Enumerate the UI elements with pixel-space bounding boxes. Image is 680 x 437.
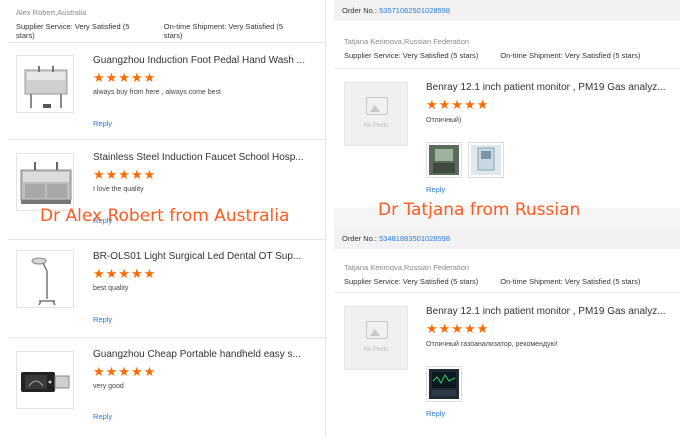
reviewer-name: Tatjana Kerimova,Russian Federation [344, 263, 470, 272]
review-comment: always buy from here , always come best [93, 89, 221, 96]
order-review-block: Order No.: 53481883501028598 Tatjana Ker… [334, 228, 680, 437]
reply-link[interactable]: Reply [426, 409, 445, 418]
supplier-service-value: Very Satisfied [74, 22, 121, 31]
supplier-service-value: Very Satisfied [402, 277, 449, 286]
star-rating: ★★★★★ [93, 364, 157, 379]
review-comment: Отличный) [426, 117, 462, 124]
supplier-service-label: Supplier Service: [344, 51, 401, 60]
reply-link[interactable]: Reply [93, 412, 112, 421]
supplier-service-value: Very Satisfied [402, 51, 449, 60]
reply-link[interactable]: Reply [93, 315, 112, 324]
shipment-stars: (5 stars) [612, 51, 641, 60]
reviewer-name: Alex Robert,Australia [16, 8, 87, 17]
shipment-label: On-time Shipment: [163, 22, 227, 31]
reviewer-ratings: Supplier Service: Very Satisfied (5 star… [344, 277, 670, 286]
order-number-link[interactable]: 53481883501028598 [379, 234, 450, 243]
attachment-photo-monitor[interactable] [426, 142, 462, 178]
review-comment: very good [93, 383, 124, 390]
reviewer-ratings: Supplier Service: Very Satisfied (5 star… [16, 22, 317, 40]
order-number-label: Order No.: [342, 6, 378, 15]
review-body: Guangzhou Cheap Portable handheld easy s… [93, 349, 318, 390]
shipment-label: On-time Shipment: [500, 51, 563, 60]
review-body: Benray 12.1 inch patient monitor , PM19 … [426, 306, 670, 348]
order-review-block: Order No.: 53571062501028598 Tatjana Ker… [334, 0, 680, 208]
reviewer-header: Tatjana Kerimova,Russian Federation Supp… [334, 29, 680, 68]
no-photo-caption: No Photo [363, 123, 389, 129]
review-item: Guangzhou Induction Foot Pedal Hand Wash… [8, 42, 326, 139]
sink-icon[interactable] [16, 55, 74, 113]
overlay-caption-right: Dr Tatjana from Russian [378, 200, 581, 220]
reviewer-header: Tatjana Kerimova,Russian Federation Supp… [334, 255, 680, 294]
star-rating: ★★★★★ [93, 266, 157, 281]
product-title[interactable]: Benray 12.1 inch patient monitor , PM19 … [426, 306, 670, 317]
order-number-label: Order No.: [342, 234, 378, 243]
no-photo-caption: No Photo [363, 347, 389, 353]
shipment-label: On-time Shipment: [500, 277, 563, 286]
supplier-service-label: Supplier Service: [16, 22, 73, 31]
shipment-value: Very Satisfied [564, 277, 611, 286]
review-comment: I love the quality [93, 186, 144, 193]
divider [334, 68, 680, 69]
image-placeholder-icon [366, 321, 388, 339]
product-title[interactable]: Benray 12.1 inch patient monitor , PM19 … [426, 82, 670, 93]
lamp-icon[interactable] [16, 250, 74, 308]
product-title[interactable]: Guangzhou Cheap Portable handheld easy s… [93, 349, 318, 360]
reviewer-name: Tatjana Kerimova,Russian Federation [344, 37, 470, 46]
review-comment: best quality [93, 285, 129, 292]
product-title[interactable]: Stainless Steel Induction Faucet School … [93, 152, 318, 163]
product-title[interactable]: BR-OLS01 Light Surgical Led Dental OT Su… [93, 251, 318, 262]
star-rating: ★★★★★ [93, 70, 157, 85]
supplier-service-label: Supplier Service: [344, 277, 401, 286]
supplier-service-stars: (5 stars) [450, 51, 479, 60]
overlay-caption-left: Dr Alex Robert from Australia [40, 206, 290, 226]
divider [334, 292, 680, 293]
supplier-service-stars: (5 stars) [450, 277, 479, 286]
star-rating: ★★★★★ [426, 97, 490, 112]
review-item: Guangzhou Cheap Portable handheld easy s… [8, 337, 326, 437]
review-body: Stainless Steel Induction Faucet School … [93, 152, 318, 193]
order-number-bar: Order No.: 53481883501028598 [334, 228, 680, 249]
reply-link[interactable]: Reply [426, 185, 445, 194]
no-photo-placeholder: No Photo [344, 82, 408, 146]
shipment-stars: (5 stars) [612, 277, 641, 286]
reviewer-ratings: Supplier Service: Very Satisfied (5 star… [344, 51, 670, 60]
attachment-photo-device[interactable] [468, 142, 504, 178]
shipment-value: Very Satisfied [228, 22, 275, 31]
ultrasound-icon[interactable] [16, 351, 74, 409]
review-body: Benray 12.1 inch patient monitor , PM19 … [426, 82, 670, 124]
review-comment: Отличный газоанализатор, рекомендую! [426, 341, 558, 348]
reviewer-header: Alex Robert,Australia Supplier Service: … [8, 0, 325, 40]
product-title[interactable]: Guangzhou Induction Foot Pedal Hand Wash… [93, 55, 318, 66]
order-number-bar: Order No.: 53571062501028598 [334, 0, 680, 21]
shipment-value: Very Satisfied [564, 51, 611, 60]
steel-sink-icon[interactable] [16, 153, 74, 211]
review-body: BR-OLS01 Light Surgical Led Dental OT Su… [93, 251, 318, 292]
star-rating: ★★★★★ [93, 167, 157, 182]
reply-link[interactable]: Reply [93, 119, 112, 128]
star-rating: ★★★★★ [426, 321, 490, 336]
attachment-photo-monitor[interactable] [426, 366, 462, 402]
image-placeholder-icon [366, 97, 388, 115]
order-number-link[interactable]: 53571062501028598 [379, 6, 450, 15]
review-body: Guangzhou Induction Foot Pedal Hand Wash… [93, 55, 318, 96]
review-item: BR-OLS01 Light Surgical Led Dental OT Su… [8, 239, 326, 337]
no-photo-placeholder: No Photo [344, 306, 408, 370]
